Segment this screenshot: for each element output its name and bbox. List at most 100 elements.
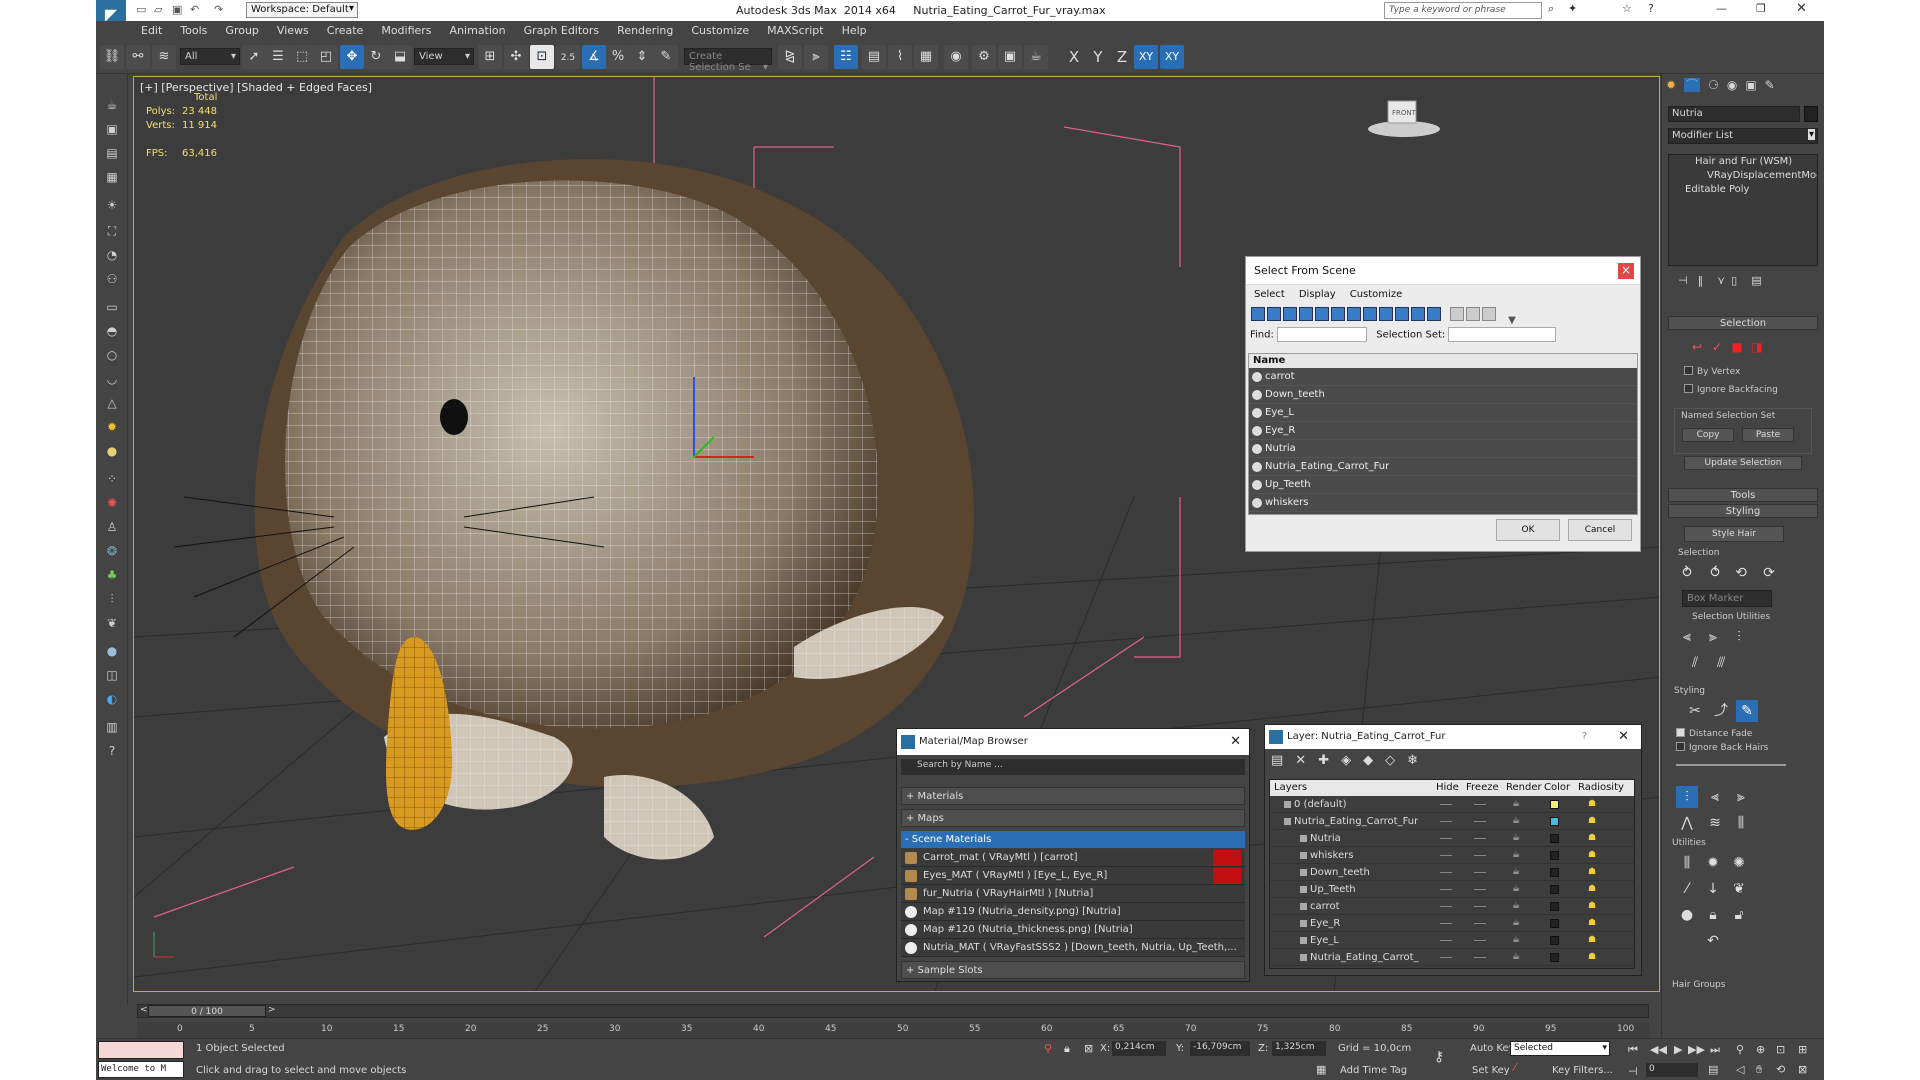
cancel-button[interactable]: Cancel bbox=[1568, 519, 1632, 541]
style-hair-button[interactable]: Style Hair bbox=[1684, 526, 1784, 542]
col-freeze[interactable]: Freeze bbox=[1466, 780, 1499, 796]
zoom-icon[interactable]: ⚲ bbox=[1736, 1043, 1744, 1056]
scale-tool-icon[interactable]: ⫼ bbox=[1730, 812, 1752, 834]
box-icon[interactable]: ▭ bbox=[100, 296, 124, 318]
play-icon[interactable]: ▶ bbox=[1674, 1043, 1682, 1056]
redo-icon[interactable]: ↷ bbox=[214, 3, 223, 16]
menu-group[interactable]: Group bbox=[216, 21, 268, 37]
filter-frozen-icon[interactable] bbox=[1411, 307, 1425, 321]
render-teapot-icon[interactable]: ☕ bbox=[1512, 949, 1520, 966]
sphere-icon[interactable]: ○ bbox=[100, 344, 124, 366]
radiosity-icon[interactable]: ☗ bbox=[1588, 881, 1596, 898]
material-row[interactable]: Map #119 (Nutria_density.png) [Nutria] bbox=[901, 903, 1245, 921]
select-manipulate-icon[interactable]: ✣ bbox=[504, 45, 528, 69]
hide-toggle[interactable] bbox=[1440, 872, 1452, 873]
rendered-frame-icon[interactable]: ▣ bbox=[998, 45, 1022, 69]
freeze-toggle[interactable] bbox=[1474, 906, 1486, 907]
radiosity-icon[interactable]: ☗ bbox=[1588, 813, 1596, 830]
filter-icon[interactable]: ▼ bbox=[1505, 314, 1519, 328]
layer-row[interactable]: Nutria ☕ ☗ bbox=[1270, 830, 1634, 847]
material-ball-icon[interactable]: ● bbox=[100, 640, 124, 662]
layer-row[interactable]: Nutria_Eating_Carrot_Fur ☕ ☗ bbox=[1270, 813, 1634, 830]
sample-slots-section[interactable]: + Sample Slots bbox=[901, 961, 1245, 979]
go-to-end-icon[interactable]: ⏭︎ bbox=[1710, 1043, 1720, 1057]
material-search-input[interactable]: Search by Name ... bbox=[901, 759, 1245, 775]
filter-hidden-icon[interactable] bbox=[1427, 307, 1441, 321]
helper-icon[interactable]: ◔ bbox=[100, 244, 124, 266]
toggle-collisions-icon[interactable]: ❦ bbox=[1728, 878, 1750, 900]
communication-icon[interactable]: ✦ bbox=[1568, 2, 1577, 15]
scene-materials-section[interactable]: - Scene Materials bbox=[901, 831, 1245, 849]
select-by-name-icon[interactable]: ☰ bbox=[266, 45, 290, 69]
layer-color-swatch[interactable] bbox=[1550, 868, 1559, 877]
pop-zero-icon[interactable]: ✺ bbox=[1728, 852, 1750, 874]
layer-color-swatch[interactable] bbox=[1550, 834, 1559, 843]
pan-icon[interactable]: ✋︎ bbox=[1756, 1063, 1762, 1077]
hide-toggle[interactable] bbox=[1440, 838, 1452, 839]
hide-toggle[interactable] bbox=[1440, 940, 1452, 941]
y-coord-field[interactable]: -16,709cm bbox=[1190, 1041, 1250, 1056]
auto-key-button[interactable]: Auto Key bbox=[1470, 1043, 1515, 1054]
show-hidden-icon[interactable]: ⫻ bbox=[1710, 652, 1732, 674]
freeze-toggle[interactable] bbox=[1474, 838, 1486, 839]
plant-icon[interactable]: ♣ bbox=[100, 564, 124, 586]
undo-icon[interactable]: ↶ bbox=[190, 3, 199, 16]
globe-icon[interactable]: ❂ bbox=[100, 540, 124, 562]
star-icon[interactable]: ☆ bbox=[1622, 2, 1632, 15]
selection-set-combo[interactable] bbox=[1448, 327, 1557, 342]
axis-y-button[interactable]: Y bbox=[1086, 45, 1110, 69]
object-row[interactable]: Eye_L bbox=[1249, 404, 1637, 422]
layer-row[interactable]: 0 (default) ☕ ☗ bbox=[1270, 796, 1634, 813]
display-icon[interactable]: ▤ bbox=[100, 142, 124, 164]
clump-tool-icon[interactable]: ⋀ bbox=[1676, 812, 1698, 834]
go-to-start-icon[interactable]: ⏮︎ bbox=[1628, 1043, 1638, 1057]
mirror-icon[interactable]: ⧎ bbox=[778, 45, 802, 69]
timeline-ruler[interactable]: 0 5 10 15 20 25 30 35 40 45 50 55 60 65 70 75 80 85 90 95 10… bbox=[137, 1022, 1649, 1038]
edit-named-sel-icon[interactable]: ✎ bbox=[654, 45, 678, 69]
layer-color-swatch[interactable] bbox=[1550, 800, 1559, 809]
light-icon[interactable]: ☀ bbox=[100, 194, 124, 216]
dialog-menu-customize[interactable]: Customize bbox=[1350, 289, 1403, 300]
select-whole-strand-icon[interactable]: ⥀ bbox=[1704, 562, 1726, 584]
key-icon[interactable]: ⚷ bbox=[1434, 1049, 1444, 1065]
by-vertex-checkbox[interactable]: By Vertex bbox=[1684, 366, 1740, 377]
pivot-icon[interactable]: ⊞ bbox=[478, 45, 502, 69]
schematic-view-icon[interactable]: ▦ bbox=[914, 45, 938, 69]
radiosity-icon[interactable]: ☗ bbox=[1588, 830, 1596, 847]
modifier-list-combo[interactable]: Modifier List ▾ bbox=[1668, 128, 1818, 144]
zoom-all-icon[interactable]: ⊕ bbox=[1756, 1043, 1765, 1056]
menu-create[interactable]: Create bbox=[318, 21, 373, 37]
hide-toggle[interactable] bbox=[1440, 804, 1452, 805]
filter-cameras-icon[interactable] bbox=[1299, 307, 1313, 321]
camera-icon[interactable]: ⛶ bbox=[100, 220, 124, 242]
ok-button[interactable]: OK bbox=[1496, 519, 1560, 541]
current-frame-field[interactable]: 0 bbox=[1646, 1063, 1698, 1077]
time-slider-thumb[interactable]: 0 / 100 bbox=[148, 1005, 266, 1017]
dynamics-icon[interactable]: ✺ bbox=[100, 492, 124, 514]
zoom-extents-icon[interactable]: ⊡ bbox=[1776, 1043, 1785, 1056]
material-row[interactable]: fur_Nutria ( VRayHairMtl ) [Nutria] bbox=[901, 885, 1245, 903]
axis-xy-button[interactable]: XY bbox=[1134, 45, 1158, 69]
key-mode-combo[interactable]: Selected ▾ bbox=[1510, 1041, 1610, 1056]
align-icon[interactable]: ⫸ bbox=[804, 45, 828, 69]
object-name-field[interactable]: Nutria bbox=[1668, 106, 1800, 122]
bowl-icon[interactable]: ◡ bbox=[100, 368, 124, 390]
add-time-tag-button[interactable]: Add Time Tag bbox=[1340, 1065, 1407, 1076]
particle-icon[interactable]: ⁘ bbox=[100, 468, 124, 490]
freeze-all-icon[interactable]: ❄ bbox=[1407, 753, 1418, 768]
undo-icon[interactable]: ↶ bbox=[1702, 930, 1724, 952]
show-end-result-icon[interactable]: ‖ bbox=[1698, 274, 1704, 287]
material-editor-icon[interactable]: ◉ bbox=[944, 45, 968, 69]
key-filter-icon[interactable]: ⁄ bbox=[1514, 1061, 1516, 1074]
material-row[interactable]: Nutria_MAT ( VRayFastSSS2 ) [Down_teeth,… bbox=[901, 939, 1245, 957]
ignore-backfacing-checkbox[interactable]: Ignore Backfacing bbox=[1684, 384, 1778, 395]
viewcube[interactable]: FRONT bbox=[1368, 100, 1440, 137]
menu-customize[interactable]: Customize bbox=[682, 21, 758, 37]
link-icon[interactable]: ⛓ bbox=[100, 45, 124, 69]
unlink-icon[interactable]: ⚯ bbox=[126, 45, 150, 69]
radiosity-icon[interactable]: ☗ bbox=[1588, 864, 1596, 881]
maximize-icon[interactable]: ❐ bbox=[1756, 2, 1766, 15]
axis-z-button[interactable]: Z bbox=[1110, 45, 1134, 69]
box-marker-combo[interactable]: Box Marker bbox=[1682, 590, 1772, 607]
filter-geometry-icon[interactable] bbox=[1251, 307, 1265, 321]
